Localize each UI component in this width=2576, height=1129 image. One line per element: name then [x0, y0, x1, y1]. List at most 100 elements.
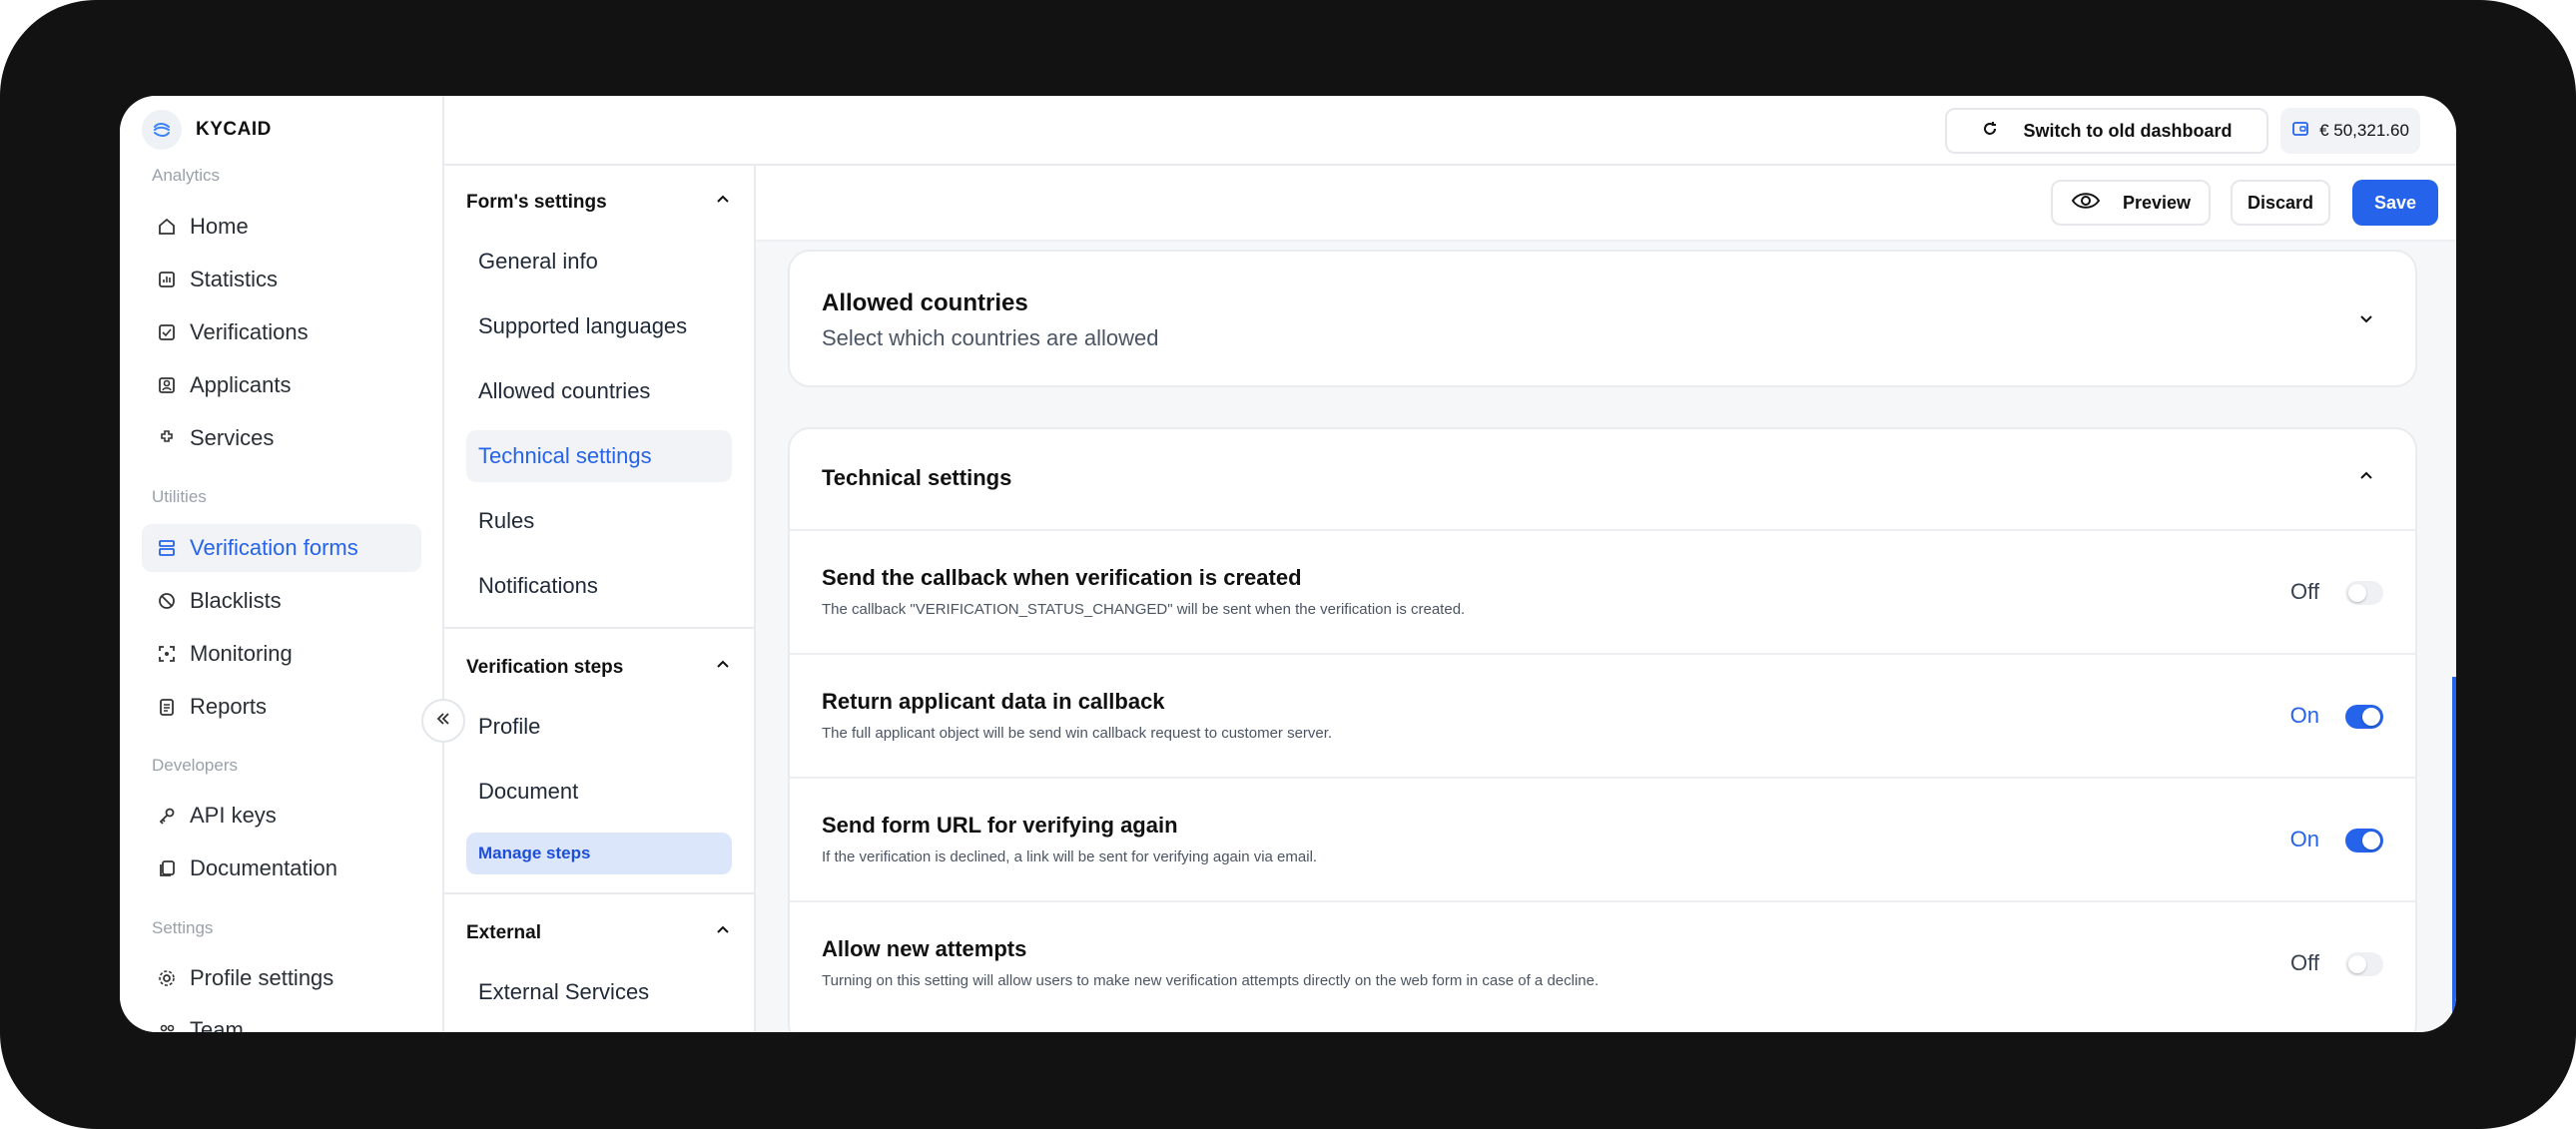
group-external[interactable]: External [444, 910, 754, 956]
forms-icon [156, 537, 178, 559]
preview-label: Preview [2122, 192, 2192, 213]
setting-title: Return applicant data in callback [822, 689, 1165, 714]
settings-nav-rules[interactable]: Rules [466, 495, 732, 547]
sidebar-item-label: Blacklists [190, 588, 282, 613]
sidebar-item-label: Applicants [190, 372, 292, 397]
form-settings-nav: Form's settings General info Supported l… [444, 166, 756, 1032]
wallet-icon [2291, 120, 2309, 143]
brand-name: KYCAID [196, 119, 272, 140]
sidebar-item-reports[interactable]: Reports [142, 683, 421, 731]
toggle-knob [2362, 708, 2380, 726]
group-forms-settings[interactable]: Form's settings [444, 180, 754, 226]
team-icon [156, 1019, 178, 1032]
balance-badge[interactable]: € 50,321.60 [2280, 108, 2420, 154]
toggle-knob [2348, 584, 2366, 602]
sidebar-item-label: Home [190, 214, 249, 239]
preview-button[interactable]: Preview [2051, 180, 2211, 226]
setting-description: The full applicant object will be send w… [822, 725, 1333, 742]
monitoring-icon [156, 643, 178, 665]
section-utilities: Utilities [152, 487, 207, 506]
allowed-countries-card[interactable]: Allowed countries Select which countries… [788, 250, 2417, 387]
save-button[interactable]: Save [2352, 180, 2438, 226]
group-title: Verification steps [466, 657, 624, 678]
refresh-icon [1981, 120, 1999, 143]
setting-title: Send the callback when verification is c… [822, 565, 1302, 590]
chevron-up-icon [714, 656, 732, 680]
scrollbar[interactable] [2452, 677, 2456, 1032]
action-bar: Preview Discard Save [756, 166, 2456, 242]
settings-nav-technical-settings[interactable]: Technical settings [466, 430, 732, 482]
gear-icon [156, 967, 178, 989]
sidebar-item-documentation[interactable]: Documentation [142, 845, 421, 892]
callback-created-toggle[interactable] [2345, 581, 2383, 605]
sidebar-item-label: API keys [190, 803, 277, 828]
section-developers: Developers [152, 756, 238, 775]
brand-logo-icon [142, 110, 182, 150]
switch-old-dashboard-label: Switch to old dashboard [2023, 120, 2233, 141]
settings-nav-profile[interactable]: Profile [466, 701, 732, 753]
card-title: Allowed countries [822, 289, 1028, 316]
sidebar-item-home[interactable]: Home [142, 203, 421, 251]
services-icon [156, 427, 178, 449]
sidebar-item-team[interactable]: Team [142, 1006, 421, 1032]
sidebar-item-verifications[interactable]: Verifications [142, 308, 421, 356]
setting-row-send-form-url: Send form URL for verifying again If the… [790, 777, 2415, 900]
toggle-knob [2362, 832, 2380, 849]
settings-nav-external-services[interactable]: External Services [466, 966, 732, 1018]
applicants-icon [156, 374, 178, 396]
section-analytics: Analytics [152, 166, 221, 185]
setting-description: The callback "VERIFICATION_STATUS_CHANGE… [822, 601, 1466, 618]
settings-nav-document[interactable]: Document [466, 766, 732, 818]
blacklist-icon [156, 590, 178, 612]
sidebar-item-label: Verification forms [190, 535, 358, 560]
manage-steps-button[interactable]: Manage steps [466, 833, 732, 874]
return-applicant-data-toggle[interactable] [2345, 705, 2383, 729]
brand[interactable]: KYCAID [142, 110, 272, 150]
setting-description: Turning on this setting will allow users… [822, 972, 1600, 989]
card-subtitle: Select which countries are allowed [822, 325, 1159, 350]
chevron-up-icon[interactable] [2355, 465, 2377, 487]
sidebar-item-profile-settings[interactable]: Profile settings [142, 954, 421, 1002]
sidebar-item-blacklists[interactable]: Blacklists [142, 577, 421, 625]
sidebar-item-monitoring[interactable]: Monitoring [142, 630, 421, 678]
top-bar: Switch to old dashboard € 50,321.60 [444, 96, 2456, 166]
discard-button[interactable]: Discard [2231, 180, 2330, 226]
key-icon [156, 805, 178, 827]
sidebar-item-label: Team [190, 1017, 244, 1032]
settings-nav-general-info[interactable]: General info [466, 236, 732, 287]
switch-old-dashboard-button[interactable]: Switch to old dashboard [1945, 108, 2268, 154]
setting-state: Off [2290, 950, 2319, 975]
setting-row-callback-created: Send the callback when verification is c… [790, 529, 2415, 653]
settings-nav-allowed-countries[interactable]: Allowed countries [466, 365, 732, 417]
divider [444, 892, 754, 894]
sidebar-item-services[interactable]: Services [142, 414, 421, 462]
setting-row-allow-new-attempts: Allow new attempts Turning on this setti… [790, 900, 2415, 1024]
settings-content: Allowed countries Select which countries… [756, 242, 2456, 1032]
group-verification-steps[interactable]: Verification steps [444, 645, 754, 691]
sidebar-item-label: Verifications [190, 319, 309, 344]
device-frame: KYCAID Analytics Home Statistics Verific… [0, 0, 2576, 1129]
sidebar-item-applicants[interactable]: Applicants [142, 361, 421, 409]
app-window: KYCAID Analytics Home Statistics Verific… [120, 96, 2456, 1032]
settings-nav-supported-languages[interactable]: Supported languages [466, 300, 732, 352]
sidebar-item-verification-forms[interactable]: Verification forms [142, 524, 421, 572]
home-icon [156, 216, 178, 238]
settings-nav-notifications[interactable]: Notifications [466, 560, 732, 612]
sidebar-item-label: Monitoring [190, 641, 293, 666]
sidebar: KYCAID Analytics Home Statistics Verific… [120, 96, 444, 1032]
collapse-sidebar-button[interactable] [421, 699, 465, 743]
sidebar-item-statistics[interactable]: Statistics [142, 256, 421, 303]
sidebar-item-api-keys[interactable]: API keys [142, 792, 421, 840]
statistics-icon [156, 269, 178, 290]
setting-state: On [2289, 703, 2319, 728]
setting-title: Send form URL for verifying again [822, 813, 1178, 838]
group-title: External [466, 922, 541, 943]
sidebar-item-label: Statistics [190, 267, 279, 291]
allow-new-attempts-toggle[interactable] [2345, 952, 2383, 976]
send-form-url-toggle[interactable] [2345, 829, 2383, 852]
group-title: Form's settings [466, 192, 607, 213]
reports-icon [156, 696, 178, 718]
documentation-icon [156, 857, 178, 879]
setting-row-return-applicant-data: Return applicant data in callback The fu… [790, 653, 2415, 777]
chevron-down-icon[interactable] [2355, 307, 2377, 329]
